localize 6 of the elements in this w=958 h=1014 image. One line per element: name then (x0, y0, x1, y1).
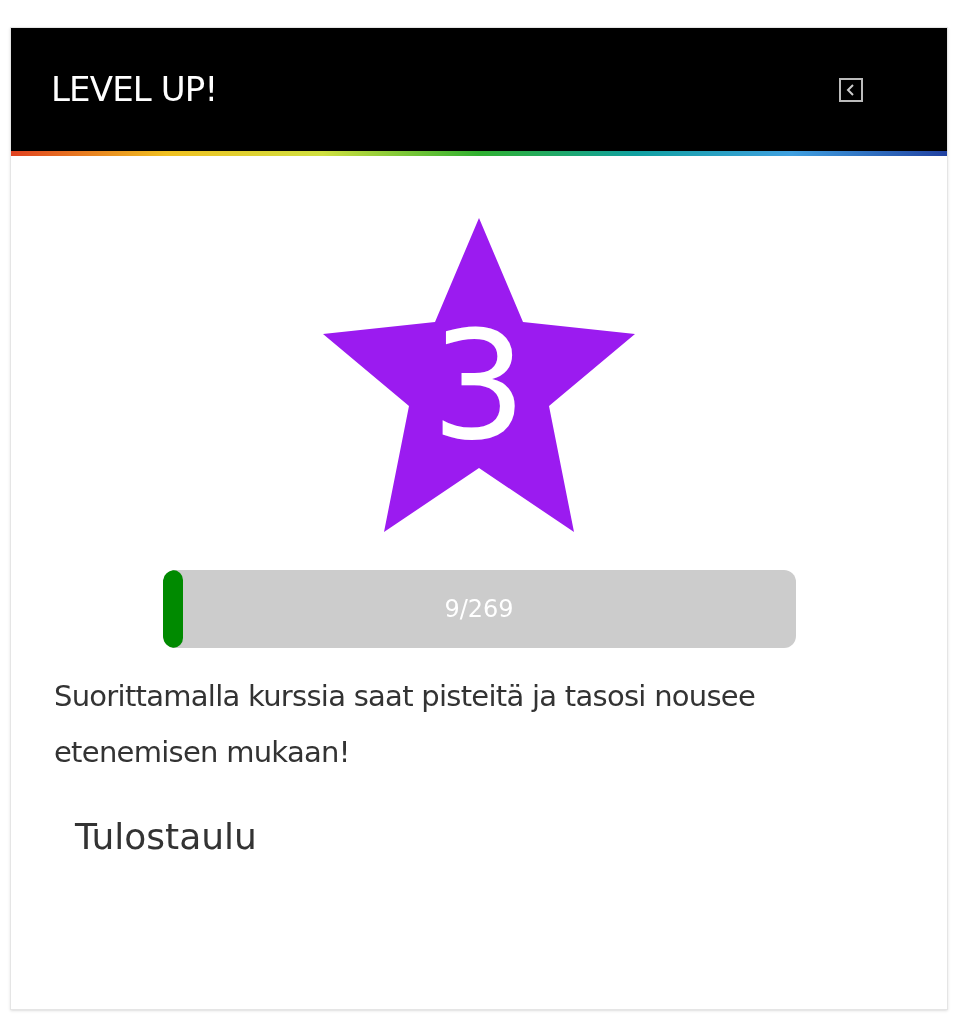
description-text: Suorittamalla kurssia saat pisteitä ja tasosi nousee etenemisen mukaan! (54, 678, 757, 771)
chevron-left-icon (846, 83, 856, 96)
header-title: LEVEL UP! (51, 68, 218, 111)
level-number: 3 (431, 311, 527, 461)
leaderboard-link[interactable]: Tulostaulu (75, 810, 257, 864)
collapse-button[interactable] (839, 77, 863, 102)
